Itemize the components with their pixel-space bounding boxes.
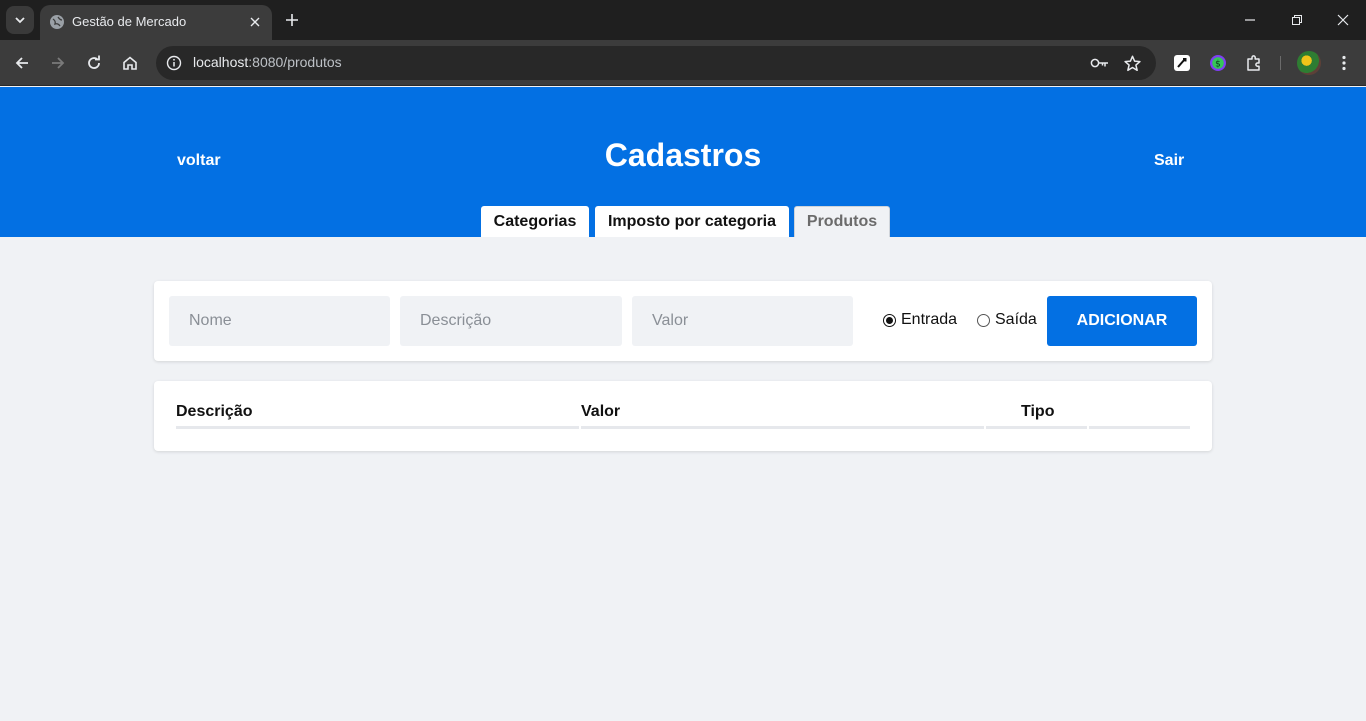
key-icon (1090, 58, 1108, 68)
address-bar[interactable]: localhost:8080/produtos (156, 46, 1156, 80)
toolbar-divider (1280, 56, 1281, 70)
column-header-valor: Valor (581, 403, 621, 420)
bookmark-button[interactable] (1122, 53, 1142, 73)
site-info-button[interactable] (164, 53, 184, 73)
info-icon (166, 55, 182, 71)
nome-input[interactable] (169, 296, 390, 346)
column-underline (1089, 426, 1190, 429)
puzzle-icon (1247, 55, 1260, 71)
browser-tab[interactable]: Gestão de Mercado (40, 5, 272, 40)
tab-categorias[interactable]: Categorias (481, 206, 589, 237)
restore-button[interactable] (1285, 8, 1309, 32)
star-icon (1123, 55, 1141, 71)
url-path: :8080/produtos (248, 54, 342, 70)
column-header-descricao: Descrição (176, 403, 253, 420)
browser-tab-bar: Gestão de Mercado (0, 0, 1366, 40)
back-button[interactable] (10, 51, 34, 75)
reload-button[interactable] (82, 51, 106, 75)
profile-avatar[interactable] (1297, 51, 1321, 75)
product-form: Entrada Saída ADICIONAR (154, 281, 1212, 361)
browser-tab-title: Gestão de Mercado (72, 14, 187, 29)
app-header: voltar Cadastros Sair Categorias Imposto… (0, 87, 1366, 237)
close-window-button[interactable] (1331, 8, 1355, 32)
arrow-right-icon (52, 57, 65, 69)
radio-entrada-button[interactable] (883, 313, 896, 327)
extensions-menu-button[interactable] (1243, 52, 1265, 74)
close-tab-button[interactable] (246, 13, 264, 31)
tab-imposto-por-categoria[interactable]: Imposto por categoria (595, 206, 789, 237)
add-button[interactable]: ADICIONAR (1047, 296, 1197, 346)
chevron-down-icon (15, 17, 25, 24)
extension-pen-icon (1174, 55, 1190, 71)
browser-toolbar: localhost:8080/produtos $ (0, 40, 1366, 86)
tab-search-button[interactable] (6, 6, 34, 34)
radio-saida[interactable]: Saída (977, 311, 1037, 329)
minimize-button[interactable] (1238, 8, 1262, 32)
radio-entrada[interactable]: Entrada (883, 311, 957, 329)
url-host: localhost (193, 54, 249, 70)
extension-button[interactable] (1171, 52, 1193, 74)
column-header-tipo: Tipo (1021, 403, 1055, 420)
globe-icon (50, 15, 64, 29)
forward-button[interactable] (46, 51, 70, 75)
extension-button[interactable]: $ (1207, 52, 1229, 74)
extension-dollar-icon: $ (1210, 55, 1226, 71)
arrow-left-icon (15, 57, 28, 69)
home-icon (123, 56, 137, 70)
more-vertical-icon (1342, 55, 1346, 71)
password-key-button[interactable] (1090, 53, 1110, 73)
minimize-icon (1245, 19, 1255, 21)
descricao-input[interactable] (400, 296, 622, 346)
products-table: Descrição Valor Tipo (154, 381, 1212, 451)
new-tab-button[interactable] (282, 10, 302, 30)
home-button[interactable] (118, 51, 142, 75)
browser-menu-button[interactable] (1332, 51, 1356, 75)
plus-icon (286, 14, 298, 26)
restore-icon (1292, 15, 1302, 25)
svg-text:$: $ (1215, 59, 1221, 69)
column-underline (581, 426, 984, 429)
url-text: localhost:8080/produtos (193, 54, 342, 70)
close-icon (250, 17, 260, 27)
radio-saida-label: Saída (995, 311, 1037, 328)
tab-produtos[interactable]: Produtos (794, 206, 890, 237)
radio-saida-button[interactable] (977, 313, 990, 327)
logout-link[interactable]: Sair (1154, 152, 1184, 170)
close-icon (1337, 14, 1349, 26)
valor-input[interactable] (632, 296, 853, 346)
reload-icon (88, 55, 100, 69)
column-underline (986, 426, 1087, 429)
column-underline (176, 426, 579, 429)
radio-entrada-label: Entrada (901, 311, 958, 328)
